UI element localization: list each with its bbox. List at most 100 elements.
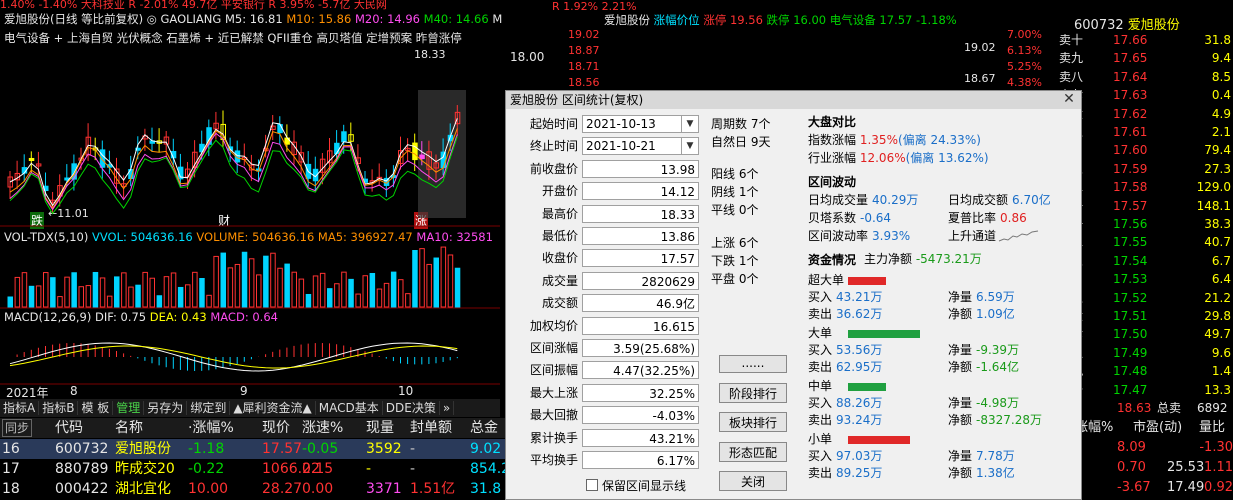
cell-volratio: 1.11: [1204, 460, 1233, 475]
volume-bar: [376, 288, 383, 308]
volume-bar: [270, 252, 276, 308]
depth-bottom-row[interactable]: 8.09 -1.30: [1057, 438, 1233, 458]
depth-row[interactable]: 卖五17.612.1: [1057, 123, 1233, 141]
volume-bar: [419, 248, 425, 308]
start-date-picker[interactable]: 2021-10-13 ▼: [582, 115, 699, 133]
depth-price: 17.56: [1113, 217, 1148, 231]
depth-row[interactable]: 买九17.481.4: [1057, 362, 1233, 380]
toolbar-tab[interactable]: 指标B: [39, 401, 79, 415]
depth-footer: 18.63 总卖 6892: [1117, 401, 1228, 415]
fund-group: 大单 买入 53.56万 卖出 62.95万 净量 -9.39万 净额 -1.64亿: [808, 326, 1020, 374]
macd-title[interactable]: MACD(12,26,9): [4, 310, 91, 324]
toolbar-tab[interactable]: 另存为: [144, 401, 188, 415]
field-label: 收盘价: [541, 251, 578, 266]
depth-row[interactable]: 买一17.5638.3: [1057, 215, 1233, 233]
grid-header-cell[interactable]: 同步: [2, 419, 33, 437]
chart-canvas: [0, 90, 500, 385]
depth-row[interactable]: 买八17.499.6: [1057, 344, 1233, 362]
volatility-item: 贝塔系数 -0.64: [808, 211, 892, 225]
grid-header-cell[interactable]: 现量: [366, 418, 394, 438]
table-row[interactable]: 16 600732 爱旭股份 -1.18 17.57 -0.05 3592- 9.02: [0, 439, 505, 459]
toolbar-tab[interactable]: 模 板: [78, 401, 114, 415]
grid-header-cell[interactable]: 总金: [470, 418, 498, 438]
grid-cell: -: [410, 441, 416, 457]
depth-row[interactable]: 卖三17.5927.3: [1057, 160, 1233, 178]
index-change-row: 指数涨幅 1.35%(偏离 24.33%): [808, 133, 981, 147]
volume-bar: [426, 263, 432, 308]
volume-bar: [14, 276, 21, 308]
grid-cell: 0.00: [302, 481, 334, 497]
pattern-match-button[interactable]: 形态匹配: [719, 442, 787, 462]
date-value: 2021-10-13: [586, 117, 656, 131]
depth-row[interactable]: 买三17.546.7: [1057, 252, 1233, 270]
depth-row[interactable]: 卖九 17.65 9.4: [1057, 49, 1233, 67]
chevron-down-icon[interactable]: ▼: [681, 116, 698, 132]
depth-row[interactable]: 买四17.536.4: [1057, 270, 1233, 288]
volume-bar: [398, 279, 404, 308]
depth-bottom-row[interactable]: 0.70 25.53 1.11: [1057, 458, 1233, 478]
stat-fields: 起始时间 2021-10-13 ▼ 终止时间 2021-10-21 ▼ 前收盘价 13.98 开…: [506, 113, 706, 493]
depth-row[interactable]: 卖二17.58129.0: [1057, 178, 1233, 196]
grid-header-cell[interactable]: 封单额: [410, 418, 452, 438]
x-label-oct: 10: [398, 384, 414, 398]
sector-rank-button[interactable]: 板块排行: [719, 412, 787, 432]
volume-bar: [7, 296, 13, 308]
depth-label: 卖八: [1059, 69, 1084, 84]
field-label: 起始时间: [529, 117, 578, 131]
depth-row[interactable]: 买五17.5221.2: [1057, 289, 1233, 307]
table-row[interactable]: 18 000422 湖北宜化 10.00 28.27 0.00 3371 1.51亿 31.8: [0, 479, 505, 499]
table-row[interactable]: 17 880789 昨成交20 -0.22 1066.22 0.15- -854.2: [0, 459, 510, 479]
vol-title[interactable]: VOL-TDX(5,10): [4, 230, 88, 244]
grid-cell: 9.02: [470, 441, 502, 457]
depth-row[interactable]: 卖六17.624.9: [1057, 105, 1233, 123]
depth-bottom-row[interactable]: -3.67 17.49 0.92: [1057, 478, 1233, 498]
depth-row[interactable]: 买十17.4713.3: [1057, 381, 1233, 399]
grid-header-cell[interactable]: 现价: [262, 418, 290, 438]
stage-rank-button[interactable]: 阶段排行: [719, 383, 787, 403]
checkbox-box[interactable]: [586, 479, 598, 491]
depth-label: 卖九: [1059, 51, 1084, 66]
end-date-picker[interactable]: 2021-10-21 ▼: [582, 137, 699, 156]
grid-header-cell[interactable]: ·涨幅%: [188, 418, 234, 438]
grid-header-cell[interactable]: 涨速%: [302, 418, 343, 438]
toolbar-tab[interactable]: DDE决策: [382, 401, 440, 415]
candle-body: [277, 124, 283, 134]
volume-bar: [277, 267, 283, 308]
depth-volume: 6.7: [1211, 253, 1231, 268]
close-icon[interactable]: ✕: [1063, 91, 1075, 107]
depth-row[interactable]: 买七17.5049.7: [1057, 325, 1233, 343]
chevron-down-icon[interactable]: ▼: [681, 138, 698, 155]
toolbar-tab[interactable]: ▲犀利资金流▲: [230, 401, 316, 415]
depth-price: 17.57: [1113, 198, 1148, 213]
toolbar-tab[interactable]: »: [439, 401, 455, 415]
depth-row[interactable]: 卖八 17.64 8.5: [1057, 68, 1233, 86]
volume-bar: [192, 271, 198, 308]
depth-row[interactable]: 买二17.5540.7: [1057, 233, 1233, 251]
volume-bar: [177, 286, 184, 308]
grid-header-cell[interactable]: 代码: [55, 418, 83, 438]
more-button[interactable]: ......: [719, 355, 787, 373]
toolbar-tab[interactable]: 指标A: [0, 401, 40, 415]
volume-bar: [348, 278, 354, 308]
volume-bar: [206, 294, 212, 308]
field-label: 最大上涨: [529, 385, 578, 400]
volume-bar: [263, 255, 269, 308]
volume-bar: [199, 278, 205, 308]
close-button[interactable]: 关闭: [719, 471, 787, 491]
depth-row[interactable]: 卖一17.57148.1: [1057, 197, 1233, 215]
kline-chart[interactable]: 爱旭股份(日线 等比前复权) ◎ GAOLIANG M5: 16.81 M10:…: [0, 12, 502, 400]
depth-row[interactable]: 卖十 17.66 31.8: [1057, 31, 1233, 49]
depth-row[interactable]: 卖七17.630.4: [1057, 86, 1233, 104]
field-value: 13.86: [582, 227, 699, 245]
depth-row[interactable]: 卖四17.6079.4: [1057, 141, 1233, 159]
toolbar-tab[interactable]: 绑定到: [187, 401, 231, 415]
volatility-title: 区间波动: [808, 175, 857, 189]
grid-header-cell[interactable]: 名称: [115, 418, 143, 438]
depth-row[interactable]: 买六17.5129.8: [1057, 307, 1233, 325]
depth-label: 卖十: [1059, 33, 1084, 47]
quote-tag[interactable]: 涨幅价位: [654, 13, 700, 27]
keep-line-checkbox[interactable]: 保留区间显示线: [586, 478, 686, 494]
toolbar-tab[interactable]: MACD基本: [315, 401, 383, 415]
toolbar-tab[interactable]: 管理: [113, 401, 145, 415]
depth-col-headers: 涨幅% 市盈(动) 量比: [1075, 420, 1226, 435]
